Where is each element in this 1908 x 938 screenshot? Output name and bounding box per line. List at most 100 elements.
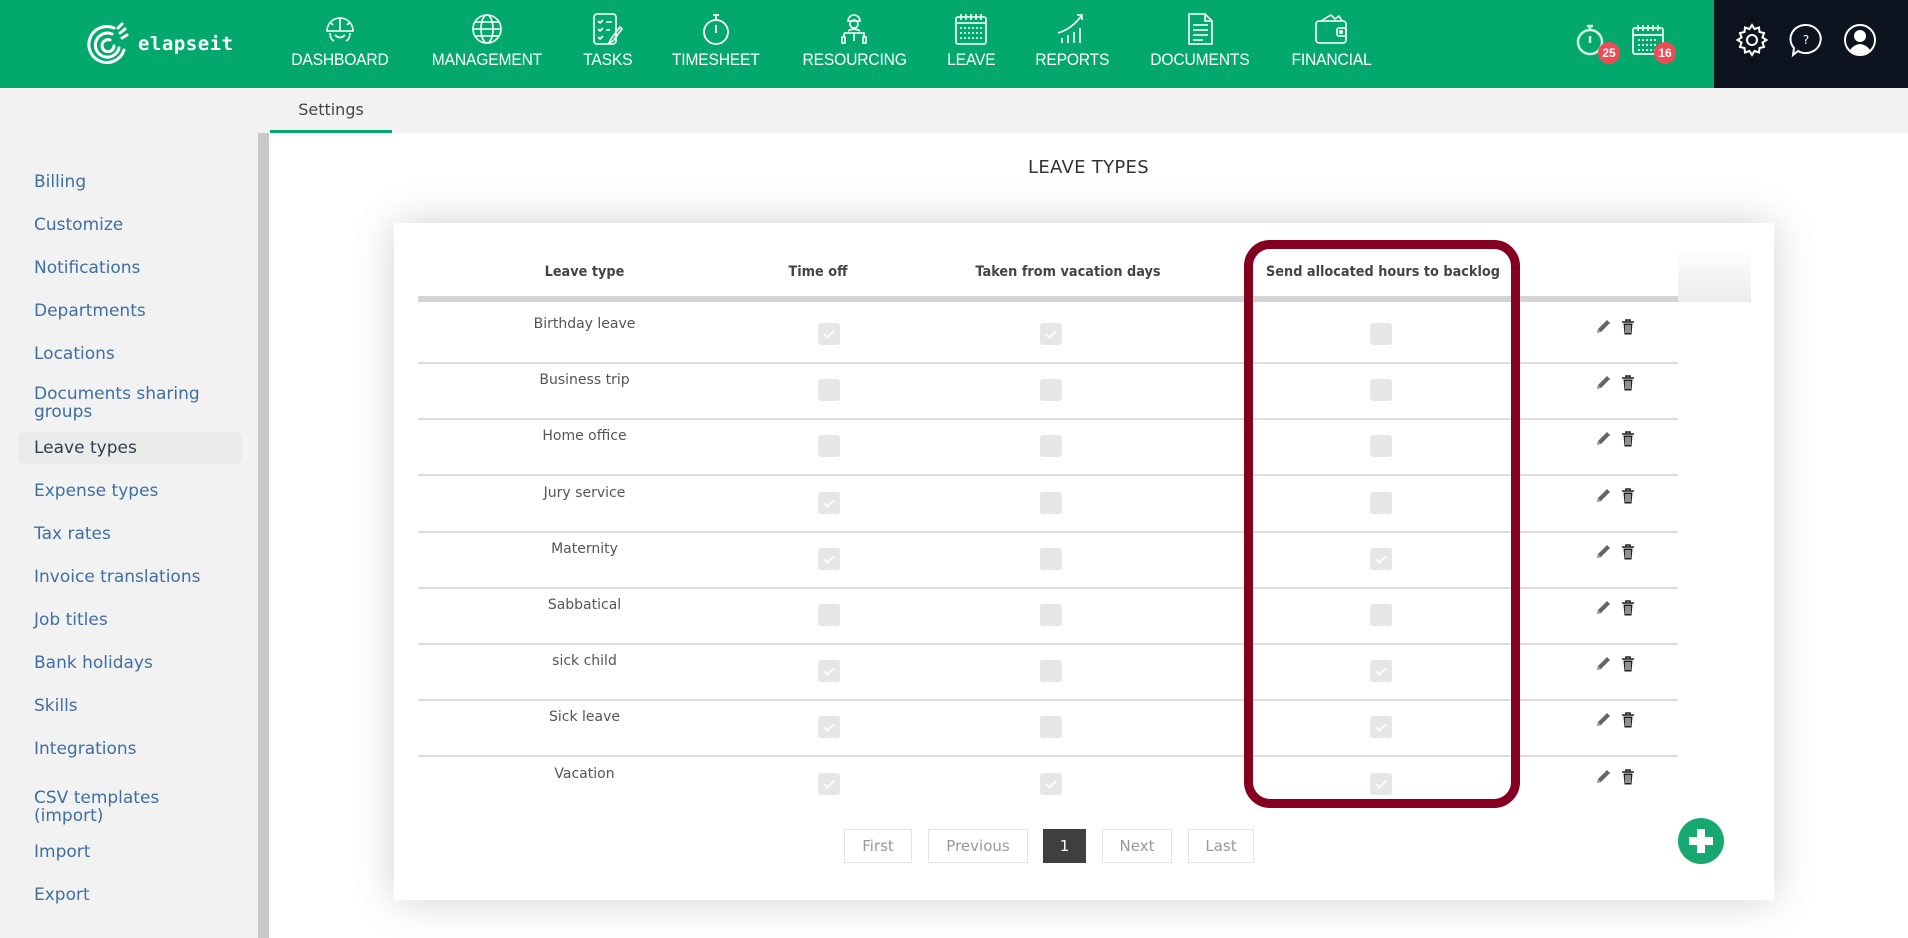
sidebar-item-skills[interactable]: Skills (18, 693, 242, 719)
delete-button[interactable] (1619, 768, 1637, 786)
nav-label: LEAVE (947, 50, 996, 69)
checkbox-time-off[interactable] (818, 716, 840, 739)
column-header-leave-type[interactable]: Leave type (431, 264, 737, 280)
edit-button[interactable] (1594, 543, 1612, 561)
edit-button[interactable] (1594, 768, 1612, 786)
current-page-button[interactable]: 1 (1043, 829, 1086, 863)
sidebar-item-documents-sharing-groups[interactable]: Documents sharing groups (18, 381, 242, 425)
delete-button[interactable] (1619, 430, 1637, 448)
sidebar-item-integrations[interactable]: Integrations (18, 736, 242, 762)
next-page-button[interactable]: Next (1102, 829, 1172, 863)
sidebar-scrollbar[interactable] (258, 133, 269, 938)
checkbox-from-vacation[interactable] (1040, 323, 1062, 345)
delete-button[interactable] (1619, 655, 1637, 673)
delete-button[interactable] (1619, 599, 1637, 617)
last-page-button[interactable]: Last (1188, 829, 1254, 863)
column-header-taken-from-vacation[interactable]: Taken from vacation days (948, 264, 1187, 280)
nav-tasks[interactable]: TASKS (564, 0, 651, 70)
delete-button[interactable] (1619, 487, 1637, 505)
sidebar-item-notifications[interactable]: Notifications (18, 255, 242, 281)
table-row: Business trip (418, 364, 1678, 421)
pencil-icon (1597, 769, 1610, 783)
leave-types-card: Leave type Time off Taken from vacation … (394, 223, 1774, 900)
checkbox-from-vacation[interactable] (1040, 716, 1062, 739)
checkbox-from-vacation[interactable] (1040, 604, 1062, 626)
checkbox-time-off[interactable] (818, 547, 840, 570)
delete-button[interactable] (1619, 374, 1637, 392)
checkbox-to-backlog[interactable] (1370, 772, 1392, 795)
tab-settings[interactable]: Settings (270, 88, 392, 133)
sidebar-item-expense-types[interactable]: Expense types (18, 478, 242, 504)
sidebar-item-import[interactable]: Import (18, 839, 242, 865)
trash-icon (1622, 600, 1634, 616)
checkbox-time-off[interactable] (818, 323, 840, 345)
sidebar-item-leave-types[interactable]: Leave types (18, 432, 242, 464)
leave-type-name: Birthday leave (533, 316, 636, 332)
nav-leave[interactable]: LEAVE (928, 0, 1015, 70)
leave-type-name: Vacation (554, 765, 615, 782)
user-profile-button[interactable] (1842, 22, 1882, 62)
checkbox-from-vacation[interactable] (1040, 772, 1062, 795)
checkbox-from-vacation[interactable] (1040, 491, 1062, 514)
sidebar-item-bank-holidays[interactable]: Bank holidays (18, 650, 242, 676)
delete-button[interactable] (1619, 318, 1637, 336)
nav-timesheet[interactable]: TIMESHEET (651, 0, 781, 70)
edit-button[interactable] (1594, 430, 1612, 448)
checkbox-time-off[interactable] (818, 491, 840, 514)
column-header-send-to-backlog[interactable]: Send allocated hours to backlog (1259, 264, 1507, 280)
sidebar-item-customize[interactable]: Customize (18, 212, 242, 238)
sidebar-item-tax-rates[interactable]: Tax rates (18, 521, 242, 547)
checkbox-to-backlog[interactable] (1370, 716, 1392, 739)
column-header-time-off[interactable]: Time off (763, 264, 873, 280)
checkbox-from-vacation[interactable] (1040, 435, 1062, 458)
checkbox-from-vacation[interactable] (1040, 547, 1062, 570)
edit-button[interactable] (1594, 374, 1612, 392)
calendar-icon (955, 14, 988, 45)
logo[interactable]: elapseit (84, 20, 234, 68)
checkbox-time-off[interactable] (818, 379, 840, 402)
checkbox-time-off[interactable] (818, 772, 840, 795)
delete-button[interactable] (1619, 543, 1637, 561)
checkbox-from-vacation[interactable] (1040, 379, 1062, 402)
first-page-button[interactable]: First (844, 829, 912, 863)
globe-icon (472, 14, 502, 44)
checkbox-time-off[interactable] (818, 604, 840, 626)
table-row: Vacation (418, 758, 1678, 814)
delete-button[interactable] (1619, 711, 1637, 729)
checkbox-to-backlog[interactable] (1370, 379, 1392, 402)
nav-dashboard[interactable]: DASHBOARD (270, 0, 410, 70)
edit-button[interactable] (1594, 318, 1612, 336)
sidebar-item-job-titles[interactable]: Job titles (18, 607, 242, 633)
nav-management[interactable]: MANAGEMENT (410, 0, 564, 70)
sidebar-item-export[interactable]: Export (18, 882, 242, 908)
checkbox-to-backlog[interactable] (1370, 604, 1392, 626)
edit-button[interactable] (1594, 599, 1612, 617)
checkbox-to-backlog[interactable] (1370, 491, 1392, 514)
sidebar-item-locations[interactable]: Locations (18, 341, 242, 367)
nav-documents[interactable]: DOCUMENTS (1129, 0, 1271, 70)
checkbox-to-backlog[interactable] (1370, 547, 1392, 570)
checkbox-time-off[interactable] (818, 435, 840, 458)
help-button[interactable]: ? (1788, 22, 1828, 62)
checkbox-from-vacation[interactable] (1040, 660, 1062, 683)
nav-resourcing[interactable]: RESOURCING (781, 0, 928, 70)
checkbox-to-backlog[interactable] (1370, 660, 1392, 683)
checkbox-to-backlog[interactable] (1370, 435, 1392, 458)
edit-button[interactable] (1594, 655, 1612, 673)
sidebar-item-invoice-translations[interactable]: Invoice translations (18, 564, 242, 590)
sidebar-item-departments[interactable]: Departments (18, 298, 242, 324)
edit-button[interactable] (1594, 711, 1612, 729)
previous-page-button[interactable]: Previous (928, 829, 1028, 863)
trash-icon (1622, 487, 1634, 504)
checkbox-time-off[interactable] (818, 660, 840, 683)
checkbox-to-backlog[interactable] (1370, 323, 1392, 345)
edit-button[interactable] (1594, 487, 1612, 505)
running-timer-button[interactable]: 25 (1574, 22, 1620, 64)
sidebar-item-csv-templates-import[interactable]: CSV templates (import) (18, 785, 242, 829)
settings-button[interactable] (1734, 22, 1774, 62)
nav-financial[interactable]: FINANCIAL (1271, 0, 1392, 70)
add-leave-type-button[interactable] (1678, 818, 1724, 864)
sidebar-item-billing[interactable]: Billing (18, 169, 242, 195)
leave-calendar-button[interactable]: 16 (1630, 22, 1676, 64)
nav-reports[interactable]: REPORTS (1015, 0, 1129, 70)
